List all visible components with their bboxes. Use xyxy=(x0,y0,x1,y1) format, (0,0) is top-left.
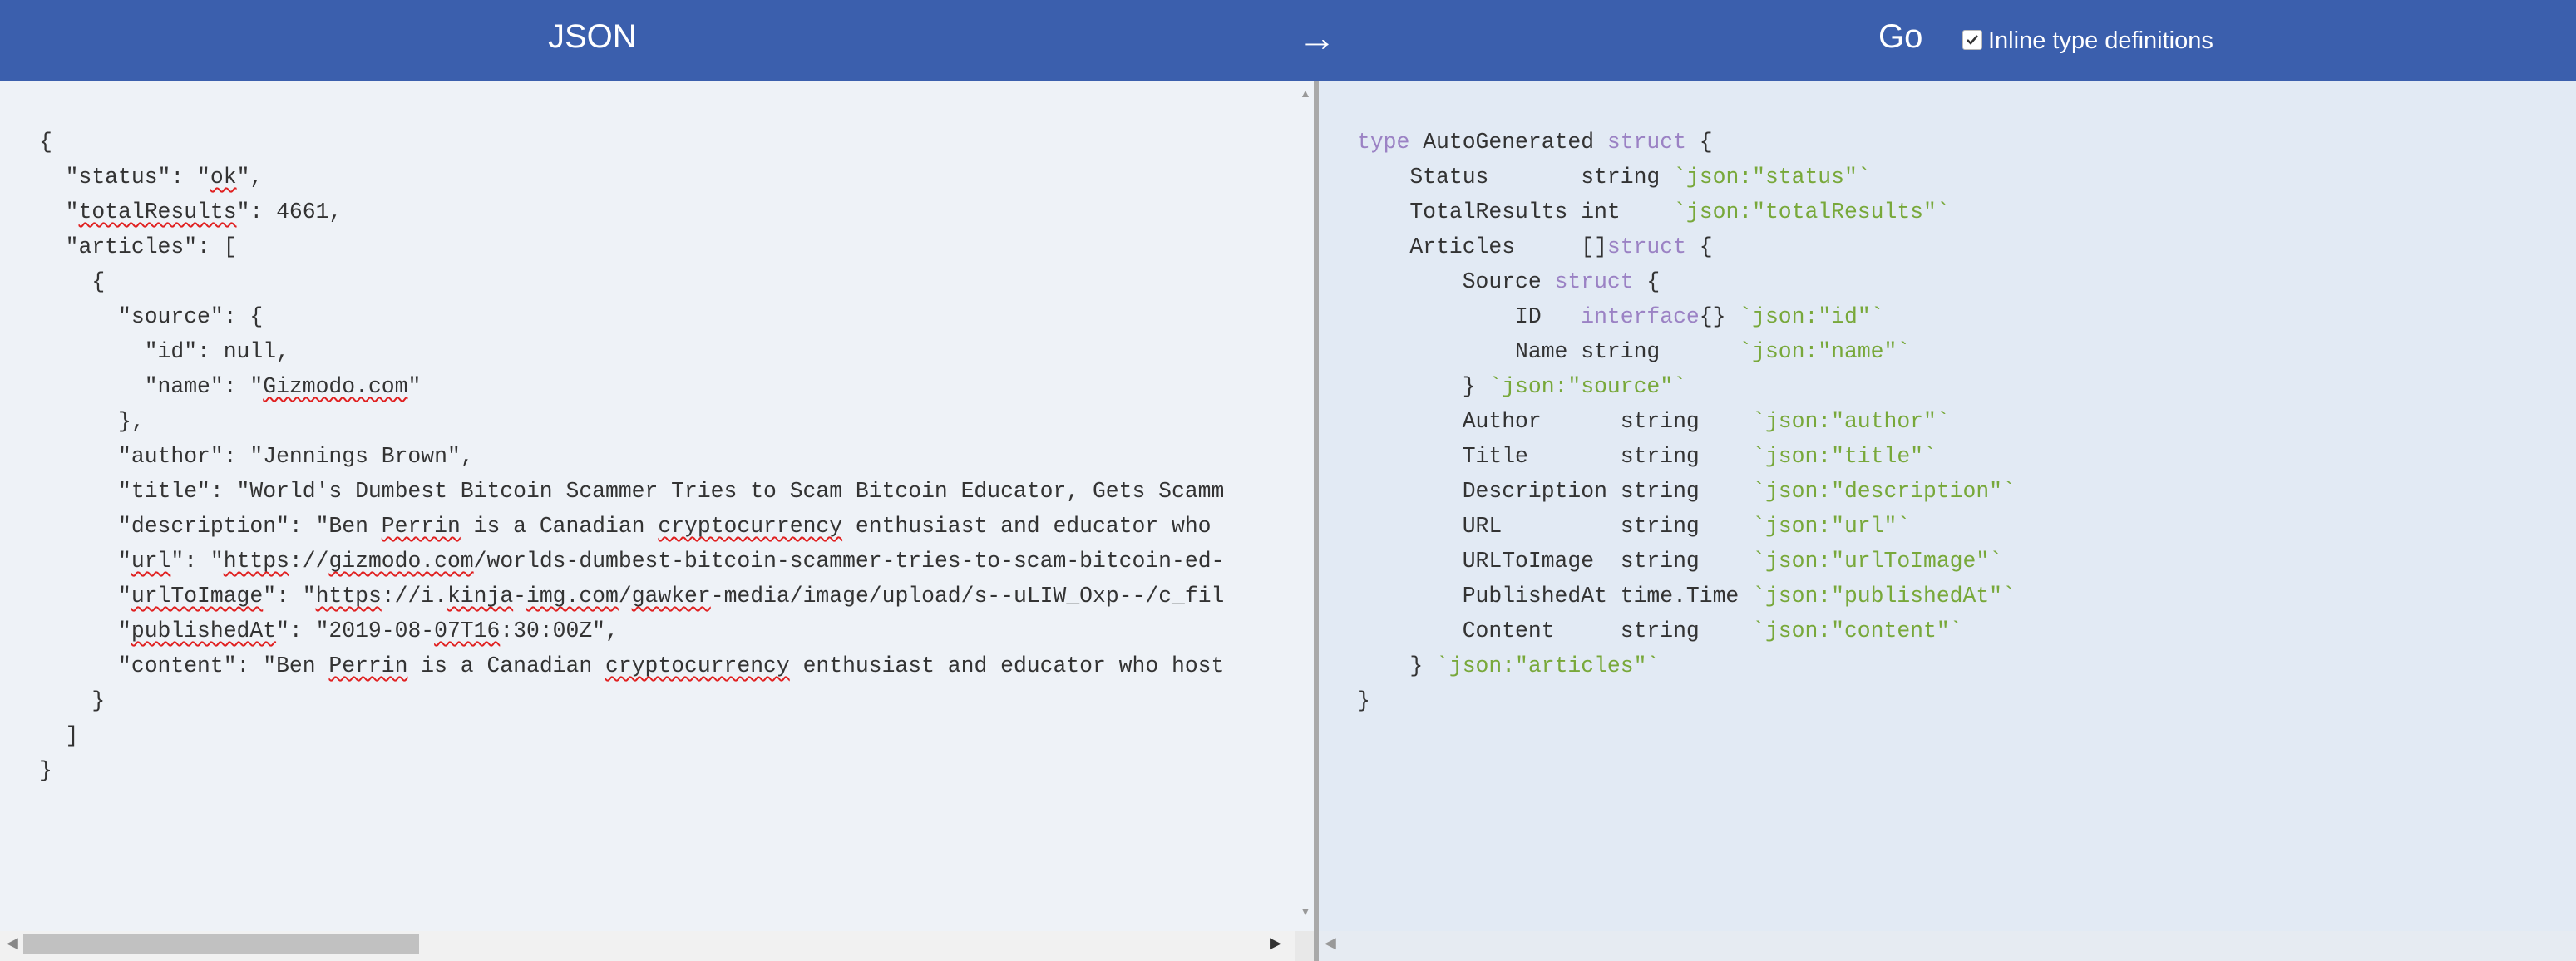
json-line: "publishedAt": "2019-08-07T16:30:00Z", xyxy=(39,618,619,643)
json-line: "source": { xyxy=(39,304,264,329)
json-line: "id": null, xyxy=(39,339,289,364)
scroll-down-arrow-icon[interactable]: ▼ xyxy=(1300,906,1311,919)
json-line: "urlToImage": "https://i.kinja-img.com/g… xyxy=(39,584,1225,609)
go-line: ID interface{} `json:"id"` xyxy=(1357,304,1884,329)
json-input-text[interactable]: { "status": "ok", "totalResults": 4661, … xyxy=(39,125,1224,788)
json-line: { xyxy=(39,130,52,155)
go-line: Name string `json:"name"` xyxy=(1357,339,1911,364)
json-line: "articles": [ xyxy=(39,234,237,259)
go-horizontal-scrollbar[interactable] xyxy=(1319,931,2576,961)
go-line: Content string `json:"content"` xyxy=(1357,618,1963,643)
json-line: }, xyxy=(39,409,145,434)
arrow-icon: → xyxy=(1298,16,1336,59)
go-line: URLToImage string `json:"urlToImage"` xyxy=(1357,549,2003,574)
go-output-text: type AutoGenerated struct { Status strin… xyxy=(1357,125,2016,718)
json-line: } xyxy=(39,688,106,713)
json-line: "content": "Ben Perrin is a Canadian cry… xyxy=(39,653,1225,678)
json-line: "status": "ok", xyxy=(39,165,264,190)
toolbar-header: JSON → Go Inline type definitions xyxy=(0,0,2576,81)
json-line: "url": "https://gizmodo.com/worlds-dumbe… xyxy=(39,549,1225,574)
json-line: "author": "Jennings Brown", xyxy=(39,444,474,469)
go-line: Author string `json:"author"` xyxy=(1357,409,1950,434)
go-line: TotalResults int `json:"totalResults"` xyxy=(1357,200,1950,224)
json-line: { xyxy=(39,269,106,294)
json-input-editor[interactable]: { "status": "ok", "totalResults": 4661, … xyxy=(0,81,1314,961)
scroll-right-arrow-icon[interactable]: ▶ xyxy=(1270,934,1281,952)
go-line: URL string `json:"url"` xyxy=(1357,514,1911,539)
inline-checkbox-label[interactable]: Inline type definitions xyxy=(1988,27,2213,55)
go-line: PublishedAt time.Time `json:"publishedAt… xyxy=(1357,584,2016,609)
json-line: ] xyxy=(39,723,79,748)
go-line: } `json:"source"` xyxy=(1357,374,1686,399)
json-line: "totalResults": 4661, xyxy=(39,200,343,224)
go-output-editor[interactable]: type AutoGenerated struct { Status strin… xyxy=(1319,81,2576,961)
json-line: "description": "Ben Perrin is a Canadian… xyxy=(39,514,1225,539)
output-language-label: Go xyxy=(1878,18,1923,55)
json-scrollbar-thumb[interactable] xyxy=(23,934,419,954)
go-line: Title string `json:"title"` xyxy=(1357,444,1937,469)
scroll-up-arrow-icon[interactable]: ▲ xyxy=(1300,88,1311,101)
go-line: Source struct { xyxy=(1357,269,1661,294)
json-line: "name": "Gizmodo.com" xyxy=(39,374,422,399)
go-line: } `json:"articles"` xyxy=(1357,653,1661,678)
go-line: Articles []struct { xyxy=(1357,234,1713,259)
scroll-left-arrow-icon[interactable]: ◀ xyxy=(7,934,18,952)
inline-checkbox[interactable] xyxy=(1962,30,1982,50)
go-line: Status string `json:"status"` xyxy=(1357,165,1871,190)
json-line: "title": "World's Dumbest Bitcoin Scamme… xyxy=(39,479,1225,504)
resize-handle[interactable] xyxy=(1295,931,1314,961)
go-scroll-left-arrow-icon[interactable]: ◀ xyxy=(1325,934,1336,952)
json-line: } xyxy=(39,758,52,783)
go-line: } xyxy=(1357,688,1370,713)
go-line: type AutoGenerated struct { xyxy=(1357,130,1713,155)
check-icon xyxy=(1967,35,1978,45)
go-line: Description string `json:"description"` xyxy=(1357,479,2016,504)
input-language-label: JSON xyxy=(548,18,637,55)
